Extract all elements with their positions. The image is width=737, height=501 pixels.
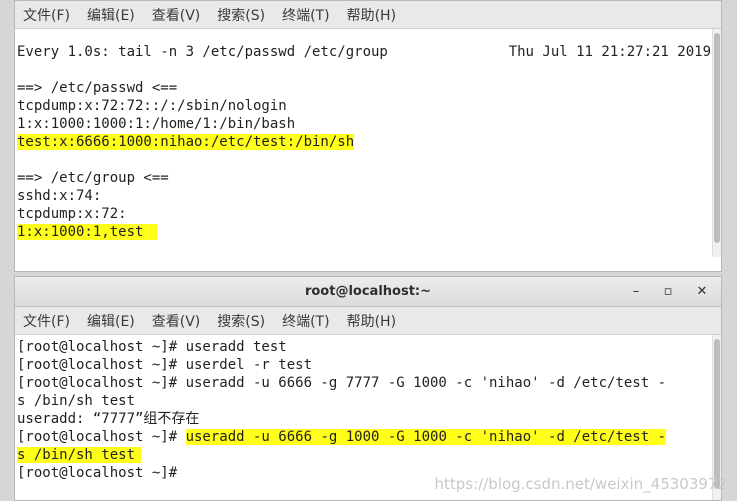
top-menubar: 文件(F) 编辑(E) 查看(V) 搜索(S) 终端(T) 帮助(H) (15, 1, 721, 29)
error-line: useradd: “7777”组不存在 (17, 411, 200, 427)
highlighted-group-line: 1:x:1000:1,test (17, 224, 158, 240)
watch-header: Every 1.0s: tail -n 3 /etc/passwd /etc/g… (15, 43, 721, 61)
highlighted-command: useradd -u 6666 -g 1000 -G 1000 -c 'niha… (185, 429, 667, 445)
output-line: tcpdump:x:72: (17, 206, 127, 222)
menu-view[interactable]: 查看(V) (152, 5, 201, 25)
menu-terminal[interactable]: 终端(T) (282, 311, 329, 331)
top-terminal-output[interactable]: Every 1.0s: tail -n 3 /etc/passwd /etc/g… (15, 29, 721, 269)
menu-search[interactable]: 搜索(S) (217, 5, 265, 25)
menu-search[interactable]: 搜索(S) (217, 311, 265, 331)
menu-edit[interactable]: 编辑(E) (87, 5, 135, 25)
watermark: https://blog.csdn.net/weixin_45303972 (434, 475, 727, 493)
output-line: sshd:x:74: (17, 188, 102, 204)
menu-file[interactable]: 文件(F) (23, 5, 70, 25)
close-button[interactable]: ✕ (693, 283, 711, 301)
highlighted-passwd-line: test:x:6666:1000:nihao:/etc/test:/bin/sh (17, 134, 355, 150)
maximize-button[interactable]: ▫ (659, 283, 677, 301)
bottom-menubar: 文件(F) 编辑(E) 查看(V) 搜索(S) 终端(T) 帮助(H) (15, 307, 721, 335)
terminal-line: [root@localhost ~]# useradd -u 6666 -g 1… (15, 428, 721, 446)
terminal-line: s /bin/sh test (17, 393, 136, 409)
highlighted-command-continuation: s /bin/sh test (17, 447, 142, 463)
terminal-line: [root@localhost ~]# useradd test (17, 339, 287, 355)
bottom-scrollbar-thumb[interactable] (714, 339, 720, 489)
shell-prompt: [root@localhost ~]# (17, 465, 186, 481)
top-terminal-window: 文件(F) 编辑(E) 查看(V) 搜索(S) 终端(T) 帮助(H) Ever… (14, 0, 722, 272)
terminal-line: [root@localhost ~]# userdel -r test (17, 357, 313, 373)
output-line: ==> /etc/group <== (17, 170, 169, 186)
menu-help[interactable]: 帮助(H) (347, 5, 396, 25)
menu-help[interactable]: 帮助(H) (347, 311, 396, 331)
top-scrollbar[interactable] (712, 29, 721, 257)
terminal-line: [root@localhost ~]# useradd -u 6666 -g 7… (17, 375, 667, 391)
window-title: root@localhost:~ (304, 284, 432, 299)
bottom-terminal-window: root@localhost:~ – ▫ ✕ 文件(F) 编辑(E) 查看(V)… (14, 276, 722, 501)
menu-terminal[interactable]: 终端(T) (282, 5, 329, 25)
output-line: 1:x:1000:1000:1:/home/1:/bin/bash (17, 116, 296, 132)
watch-timestamp: Thu Jul 11 21:27:21 2019 (508, 44, 711, 60)
menu-view[interactable]: 查看(V) (152, 311, 201, 331)
menu-file[interactable]: 文件(F) (23, 311, 70, 331)
menu-edit[interactable]: 编辑(E) (87, 311, 135, 331)
output-line: tcpdump:x:72:72::/:/sbin/nologin (17, 98, 287, 114)
watch-command: Every 1.0s: tail -n 3 /etc/passwd /etc/g… (17, 44, 388, 60)
shell-prompt: [root@localhost ~]# (17, 429, 186, 445)
top-scrollbar-thumb[interactable] (714, 33, 720, 243)
minimize-button[interactable]: – (627, 283, 645, 301)
output-line: ==> /etc/passwd <== (17, 80, 178, 96)
bottom-titlebar[interactable]: root@localhost:~ – ▫ ✕ (15, 277, 721, 307)
